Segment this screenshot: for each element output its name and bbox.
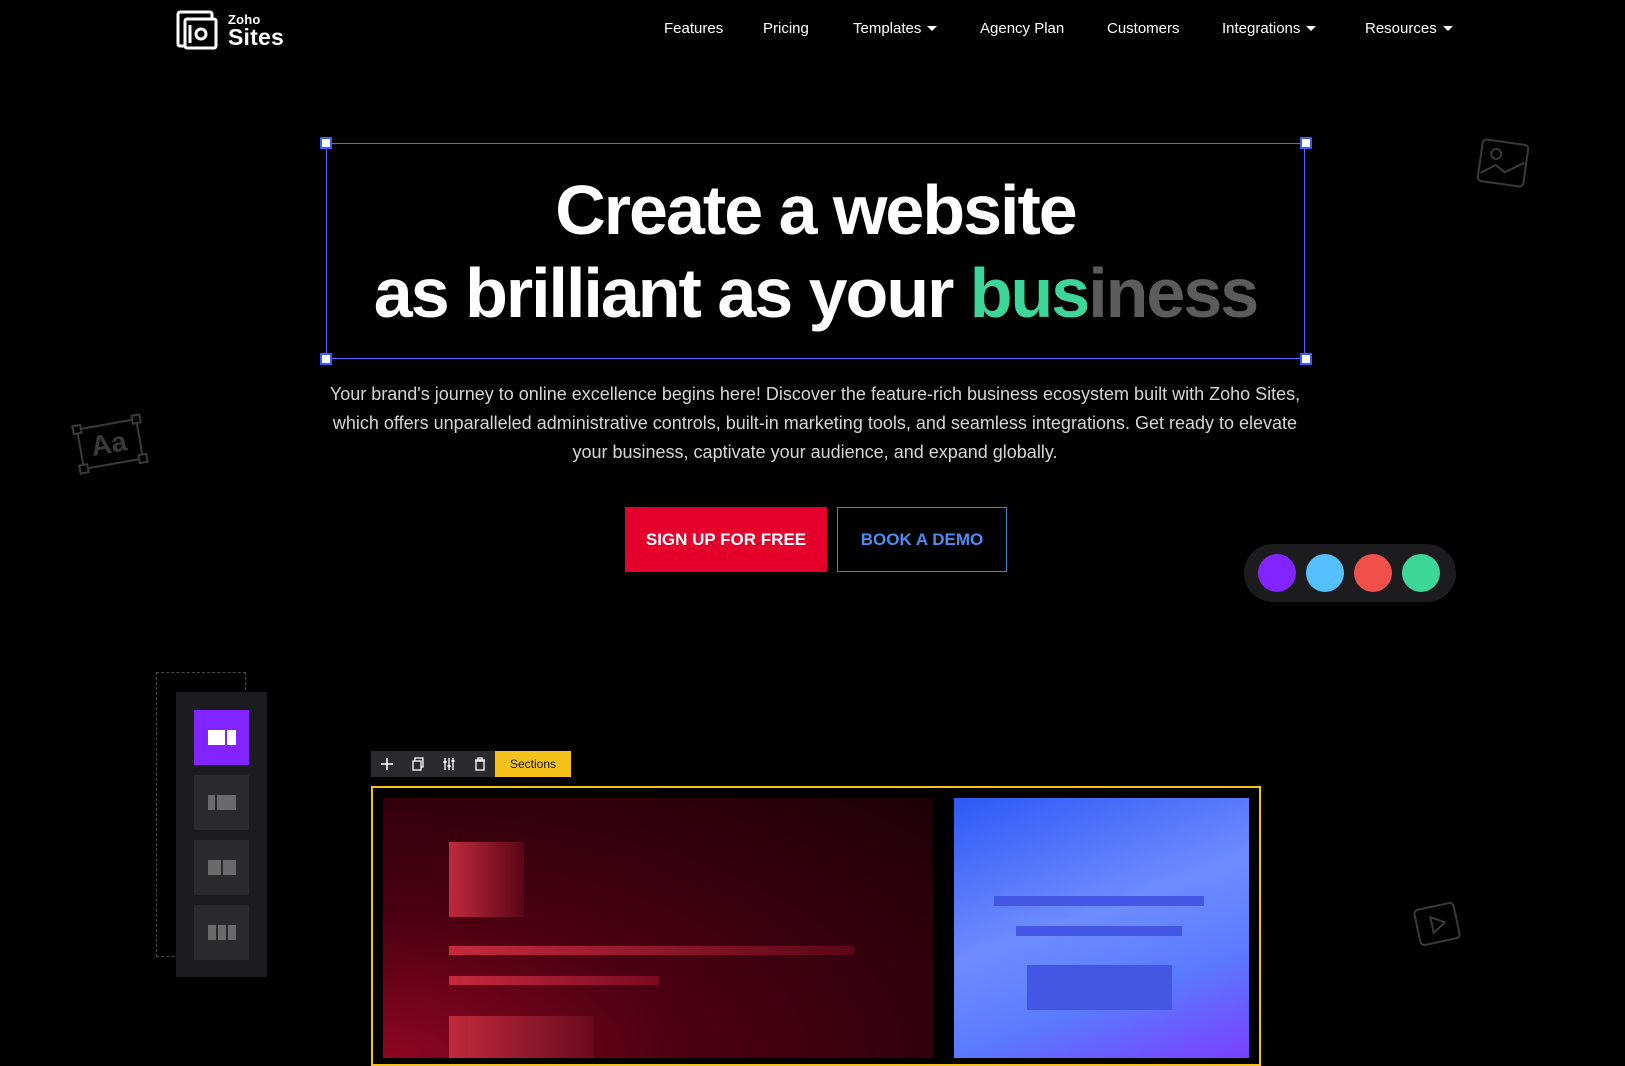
nav-templates[interactable]: Templates <box>853 18 938 40</box>
nav-resources-label: Resources <box>1365 20 1437 37</box>
duplicate-button[interactable] <box>402 751 433 777</box>
color-palette <box>1244 544 1456 602</box>
logo-icon <box>176 10 218 50</box>
layout-two-column-icon <box>208 860 236 875</box>
layout-option-narrow-wide[interactable] <box>194 775 249 830</box>
chevron-down-icon <box>927 25 938 31</box>
nav-integrations[interactable]: Integrations <box>1222 18 1317 40</box>
layout-option-wide-narrow[interactable] <box>194 710 249 765</box>
resize-handle-top-right <box>1300 137 1312 149</box>
hero-headline-line2: as brilliant as your business <box>326 253 1305 333</box>
zoho-sites-logo[interactable]: Zoho Sites <box>176 10 286 50</box>
chevron-down-icon <box>1306 25 1317 31</box>
preview-text-line <box>449 976 659 985</box>
headline-prefix: as brilliant as your <box>373 254 970 332</box>
nav-pricing[interactable]: Pricing <box>763 18 809 40</box>
hero-headline-line1: Create a website <box>555 171 1077 249</box>
resize-handle-bottom-right <box>1300 353 1312 365</box>
layout-panel <box>176 692 267 977</box>
font-sample-decoration: Aa <box>70 412 150 476</box>
settings-button[interactable] <box>433 751 464 777</box>
color-swatch-green[interactable] <box>1402 554 1440 592</box>
nav-agency-plan[interactable]: Agency Plan <box>980 18 1064 40</box>
section-preview-left[interactable] <box>383 798 933 1058</box>
layout-option-three-column[interactable] <box>194 905 249 960</box>
preview-button-block <box>1027 965 1172 1010</box>
preview-text-line <box>449 946 854 955</box>
nav-templates-label: Templates <box>853 20 922 37</box>
video-play-icon <box>1413 901 1461 947</box>
layout-wide-narrow-icon <box>208 730 236 745</box>
nav-features[interactable]: Features <box>664 18 723 40</box>
nav-customers[interactable]: Customers <box>1107 18 1180 40</box>
nav-integrations-label: Integrations <box>1222 20 1301 37</box>
section-toolbar <box>371 751 495 777</box>
preview-text-line <box>994 896 1204 906</box>
sign-up-button[interactable]: SIGN UP FOR FREE <box>625 507 827 572</box>
trash-icon <box>474 757 485 771</box>
move-icon <box>380 758 393 770</box>
layout-option-two-column[interactable] <box>194 840 249 895</box>
book-demo-button[interactable]: BOOK A DEMO <box>837 507 1007 572</box>
headline-typed-word: bus <box>969 254 1090 332</box>
duplicate-icon <box>411 757 424 771</box>
color-swatch-red[interactable] <box>1354 554 1392 592</box>
resize-handle-bottom-left <box>320 353 332 365</box>
delete-button[interactable] <box>464 751 495 777</box>
chevron-down-icon <box>1442 25 1453 31</box>
image-icon <box>1476 138 1530 188</box>
preview-image-block <box>449 842 524 917</box>
color-swatch-blue[interactable] <box>1306 554 1344 592</box>
layout-three-column-icon <box>208 925 236 940</box>
layout-narrow-wide-icon <box>208 795 236 810</box>
logo-text-sites: Sites <box>228 24 284 50</box>
sections-label-button[interactable]: Sections <box>495 751 571 777</box>
font-sample-text: Aa <box>88 425 130 463</box>
preview-button-block <box>449 1016 594 1058</box>
nav-resources[interactable]: Resources <box>1365 18 1453 40</box>
headline-ghost-word: iness <box>1088 254 1259 332</box>
sliders-icon <box>443 758 454 770</box>
section-preview-right[interactable] <box>954 798 1249 1058</box>
color-swatch-purple[interactable] <box>1258 554 1296 592</box>
move-button[interactable] <box>371 751 402 777</box>
preview-text-line <box>1016 926 1182 936</box>
resize-handle-top-left <box>320 137 332 149</box>
hero-subtitle: Your brand's journey to online excellenc… <box>329 384 1301 462</box>
